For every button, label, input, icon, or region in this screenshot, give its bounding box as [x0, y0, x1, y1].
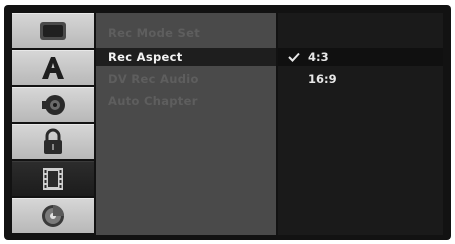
category-recording[interactable]: [12, 161, 94, 196]
category-tv-screen[interactable]: [12, 13, 94, 48]
disc-icon: [42, 205, 64, 227]
menu-item-auto-chapter[interactable]: Auto Chapter: [96, 92, 276, 110]
option-4-3[interactable]: 4:3: [278, 48, 443, 66]
menu-item-rec-aspect[interactable]: Rec Aspect: [96, 48, 276, 66]
font-a-icon: [42, 57, 64, 79]
option-label: 4:3: [308, 50, 329, 64]
options-panel: 4:3 16:9: [278, 13, 443, 235]
option-16-9[interactable]: 16:9: [278, 70, 443, 88]
category-font[interactable]: [12, 50, 94, 85]
padlock-icon: [44, 128, 62, 154]
category-lock[interactable]: [12, 124, 94, 159]
dvd-setup-screen: Rec Mode Set Rec Aspect DV Rec Audio Aut…: [4, 5, 451, 240]
speaker-icon: [42, 95, 65, 115]
checkmark-icon: [288, 48, 302, 66]
menu-item-dv-rec-audio[interactable]: DV Rec Audio: [96, 70, 276, 88]
film-strip-icon: [43, 168, 63, 190]
category-disc[interactable]: [12, 198, 94, 233]
menu-item-rec-mode-set[interactable]: Rec Mode Set: [96, 24, 276, 42]
option-label: 16:9: [308, 72, 337, 86]
menu-panel: Rec Mode Set Rec Aspect DV Rec Audio Aut…: [96, 13, 276, 235]
category-icon-column: [12, 13, 94, 235]
tv-screen-icon: [40, 22, 66, 40]
category-audio[interactable]: [12, 87, 94, 122]
